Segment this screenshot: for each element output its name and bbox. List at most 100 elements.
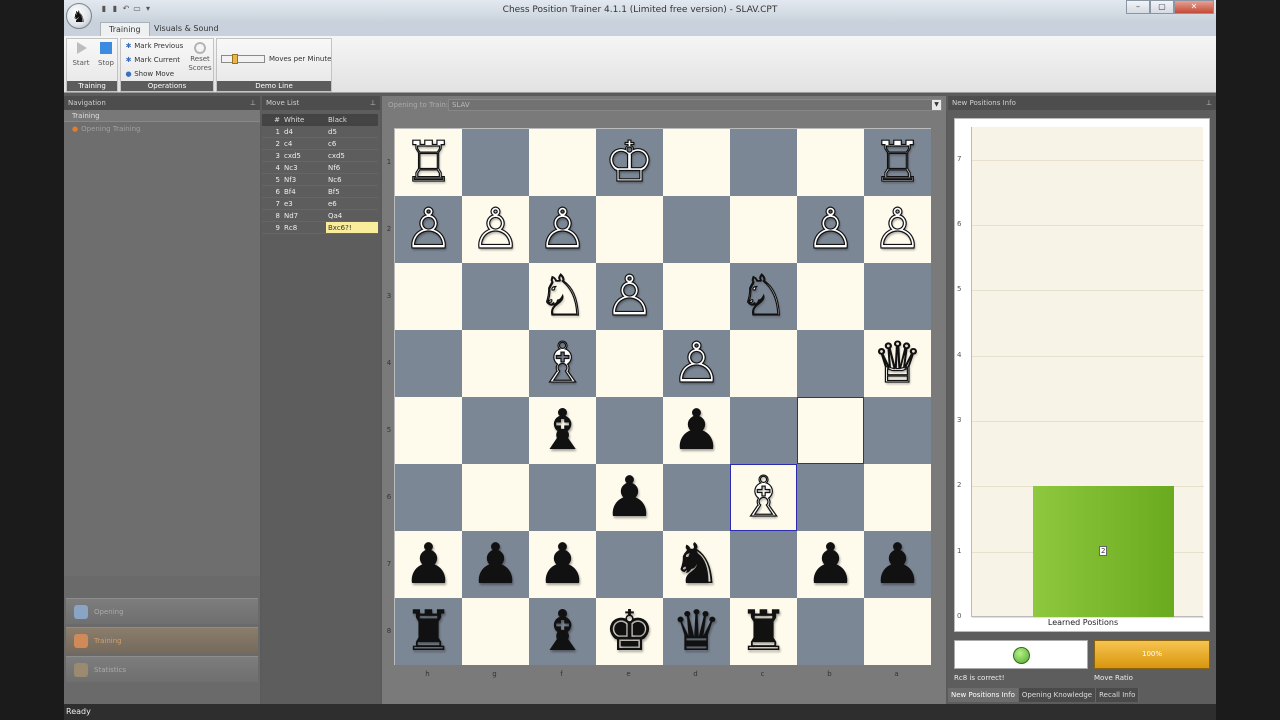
board-square[interactable] bbox=[730, 196, 797, 263]
board-square[interactable] bbox=[797, 598, 864, 665]
board-square[interactable]: ♞ bbox=[663, 531, 730, 598]
pin-icon[interactable]: ⊥ bbox=[250, 96, 256, 110]
board-square[interactable]: ♟ bbox=[529, 531, 596, 598]
col-black[interactable]: Black bbox=[326, 114, 378, 126]
chess-piece[interactable]: ♗ bbox=[537, 334, 588, 391]
nav-button-statistics[interactable]: Statistics bbox=[66, 656, 258, 682]
board-square[interactable] bbox=[529, 129, 596, 196]
board-square[interactable] bbox=[663, 464, 730, 531]
chess-piece[interactable]: ♟ bbox=[470, 536, 520, 593]
white-move[interactable]: e3 bbox=[284, 198, 326, 209]
board-square[interactable] bbox=[797, 397, 864, 464]
board-square[interactable] bbox=[462, 330, 529, 397]
board-square[interactable] bbox=[462, 263, 529, 330]
board-square[interactable] bbox=[462, 598, 529, 665]
board-square[interactable] bbox=[730, 397, 797, 464]
white-move[interactable]: Bf4 bbox=[284, 186, 326, 197]
chess-piece[interactable]: ♜ bbox=[403, 603, 453, 660]
chess-piece[interactable]: ♟ bbox=[604, 469, 654, 526]
black-move[interactable]: Bxc6?! bbox=[326, 222, 378, 233]
board-square[interactable]: ♕ bbox=[864, 330, 931, 397]
chess-piece[interactable]: ♙ bbox=[537, 200, 588, 257]
chess-piece[interactable]: ♙ bbox=[403, 200, 454, 257]
tab-opening-knowledge[interactable]: Opening Knowledge bbox=[1018, 688, 1097, 702]
move-row[interactable]: 2 c4 c6 bbox=[262, 138, 378, 150]
chess-piece[interactable]: ♘ bbox=[537, 267, 588, 324]
chess-piece[interactable]: ♙ bbox=[805, 200, 856, 257]
board-square[interactable] bbox=[797, 129, 864, 196]
board-square[interactable]: ♛ bbox=[663, 598, 730, 665]
black-move[interactable]: d5 bbox=[326, 126, 378, 137]
chevron-down-icon[interactable]: ▼ bbox=[932, 100, 941, 110]
board-square[interactable]: ♙ bbox=[663, 330, 730, 397]
board-square[interactable] bbox=[864, 464, 931, 531]
board-square[interactable] bbox=[864, 397, 931, 464]
move-row[interactable]: 1 d4 d5 bbox=[262, 126, 378, 138]
close-button[interactable]: ✕ bbox=[1174, 0, 1214, 14]
chess-piece[interactable]: ♟ bbox=[805, 536, 855, 593]
chess-piece[interactable]: ♜ bbox=[738, 603, 788, 660]
chess-piece[interactable]: ♝ bbox=[537, 402, 587, 459]
chess-piece[interactable]: ♖ bbox=[403, 133, 454, 190]
board-square[interactable]: ♟ bbox=[596, 464, 663, 531]
chess-piece[interactable]: ♘ bbox=[738, 267, 789, 324]
board-square[interactable] bbox=[529, 464, 596, 531]
board-square[interactable]: ♗ bbox=[730, 464, 797, 531]
move-row[interactable]: 9 Rc8 Bxc6?! bbox=[262, 222, 378, 234]
board-square[interactable]: ♙ bbox=[395, 196, 462, 263]
tab-visuals-sound[interactable]: Visuals & Sound bbox=[146, 22, 227, 36]
col-white[interactable]: White bbox=[284, 114, 326, 126]
chess-piece[interactable]: ♖ bbox=[872, 133, 923, 190]
board-square[interactable]: ♘ bbox=[730, 263, 797, 330]
move-row[interactable]: 8 Nd7 Qa4 bbox=[262, 210, 378, 222]
board-square[interactable] bbox=[395, 397, 462, 464]
black-move[interactable]: Bf5 bbox=[326, 186, 378, 197]
board-square[interactable]: ♝ bbox=[529, 397, 596, 464]
board-square[interactable]: ♟ bbox=[797, 531, 864, 598]
chessboard[interactable]: ♖ ♔ ♖ ♙ ♙ ♙ ♙ ♙ ♘ ♙ ♘ ♗ ♙ ♕ ♝ ♟ ♟ ♗ ♟ ♟ ♟ ♞ ♟ ♟ ♜ ♝ ♚ ♛ ♜ bbox=[394, 128, 931, 665]
black-move[interactable]: Nf6 bbox=[326, 162, 378, 173]
board-square[interactable]: ♜ bbox=[730, 598, 797, 665]
move-row[interactable]: 4 Nc3 Nf6 bbox=[262, 162, 378, 174]
board-square[interactable]: ♟ bbox=[462, 531, 529, 598]
chess-piece[interactable]: ♟ bbox=[671, 402, 721, 459]
pin-icon[interactable]: ⊥ bbox=[370, 96, 376, 110]
slider-thumb[interactable] bbox=[232, 54, 238, 64]
board-square[interactable] bbox=[462, 129, 529, 196]
moves-per-minute-slider[interactable] bbox=[221, 54, 265, 64]
board-square[interactable] bbox=[730, 129, 797, 196]
chess-piece[interactable]: ♙ bbox=[671, 334, 722, 391]
board-square[interactable] bbox=[596, 397, 663, 464]
board-square[interactable]: ♙ bbox=[596, 263, 663, 330]
white-move[interactable]: Rc8 bbox=[284, 222, 326, 233]
chess-piece[interactable]: ♙ bbox=[470, 200, 521, 257]
tab-new-positions-info[interactable]: New Positions Info bbox=[948, 688, 1019, 702]
chess-piece[interactable]: ♟ bbox=[537, 536, 587, 593]
board-square[interactable] bbox=[864, 263, 931, 330]
nav-item-opening-training[interactable]: ● Opening Training bbox=[64, 122, 260, 136]
nav-button-training[interactable]: Training bbox=[66, 627, 258, 653]
board-square[interactable]: ♖ bbox=[395, 129, 462, 196]
board-square[interactable]: ♗ bbox=[529, 330, 596, 397]
board-square[interactable] bbox=[462, 397, 529, 464]
stop-button[interactable]: Stop bbox=[94, 41, 118, 67]
chess-piece[interactable]: ♚ bbox=[604, 603, 654, 660]
white-move[interactable]: cxd5 bbox=[284, 150, 326, 161]
col-number[interactable]: # bbox=[262, 114, 284, 126]
black-move[interactable]: e6 bbox=[326, 198, 378, 209]
board-square[interactable] bbox=[864, 598, 931, 665]
chess-piece[interactable]: ♙ bbox=[604, 267, 655, 324]
pin-icon[interactable]: ⊥ bbox=[1206, 96, 1212, 110]
white-move[interactable]: Nf3 bbox=[284, 174, 326, 185]
tab-training[interactable]: Training bbox=[100, 22, 150, 36]
mark-current-button[interactable]: ✱ Mark Current bbox=[125, 56, 180, 64]
chess-piece[interactable]: ♛ bbox=[671, 603, 721, 660]
board-square[interactable]: ♙ bbox=[462, 196, 529, 263]
move-row[interactable]: 3 cxd5 cxd5 bbox=[262, 150, 378, 162]
reset-scores-button[interactable]: Reset Scores bbox=[187, 41, 213, 77]
board-square[interactable]: ♙ bbox=[797, 196, 864, 263]
board-square[interactable]: ♟ bbox=[864, 531, 931, 598]
board-square[interactable] bbox=[730, 531, 797, 598]
chess-piece[interactable]: ♟ bbox=[872, 536, 922, 593]
board-square[interactable] bbox=[663, 129, 730, 196]
